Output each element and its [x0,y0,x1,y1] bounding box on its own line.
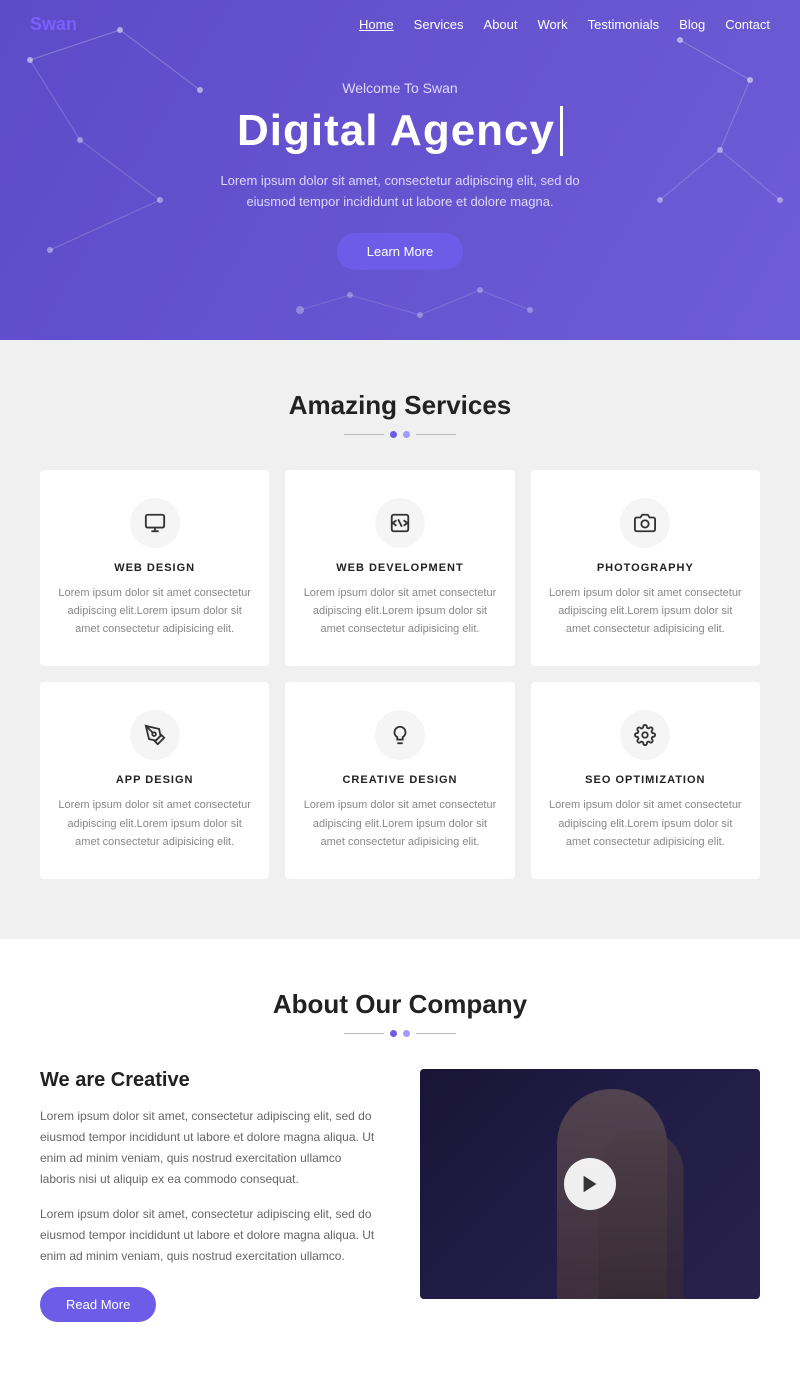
monitor-icon [144,512,166,534]
cursor-bar [560,106,563,156]
about-read-more-button[interactable]: Read More [40,1287,156,1322]
nav-item-contact[interactable]: Contact [725,16,770,34]
app-design-desc: Lorem ipsum dolor sit amet consectetur a… [58,796,251,850]
hero-welcome: Welcome To Swan [0,80,800,96]
about-divider [40,1030,760,1037]
nav-item-home[interactable]: Home [359,16,394,34]
app-design-title: APP DESIGN [58,774,251,786]
about-divider-line-left [344,1033,384,1034]
divider-line-left [344,434,384,435]
services-title: Amazing Services [40,390,760,421]
nav-item-blog[interactable]: Blog [679,16,705,34]
divider-dot-purple [390,431,397,438]
web-design-icon-wrapper [130,498,180,548]
about-title: About Our Company [40,989,760,1020]
hero-learn-more-button[interactable]: Learn More [337,233,463,270]
hero-description: Lorem ipsum dolor sit amet, consectetur … [215,170,585,213]
about-heading: We are Creative [40,1069,380,1092]
about-grid: We are Creative Lorem ipsum dolor sit am… [40,1069,760,1322]
services-grid: WEB DESIGN Lorem ipsum dolor sit amet co… [40,470,760,879]
photography-title: PHOTOGRAPHY [549,562,742,574]
photography-desc: Lorem ipsum dolor sit amet consectetur a… [549,584,742,638]
service-card-web-dev: WEB DEVELOPMENT Lorem ipsum dolor sit am… [285,470,514,666]
code-icon [389,512,411,534]
web-design-desc: Lorem ipsum dolor sit amet consectetur a… [58,584,251,638]
hero-title: Digital Agency [237,106,563,156]
nav-links: Home Services About Work Testimonials Bl… [359,16,770,34]
settings-icon [634,724,656,746]
nav-item-about[interactable]: About [484,16,518,34]
services-divider [40,431,760,438]
web-design-title: WEB DESIGN [58,562,251,574]
about-divider-dot-purple [390,1030,397,1037]
about-divider-dot-light [403,1030,410,1037]
service-card-web-design: WEB DESIGN Lorem ipsum dolor sit amet co… [40,470,269,666]
play-icon [579,1173,601,1195]
app-design-icon-wrapper [130,710,180,760]
about-left: We are Creative Lorem ipsum dolor sit am… [40,1069,380,1322]
nav-item-testimonials[interactable]: Testimonials [588,16,660,34]
photography-icon-wrapper [620,498,670,548]
creative-icon-wrapper [375,710,425,760]
about-divider-line-right [416,1033,456,1034]
video-thumbnail[interactable] [420,1069,760,1299]
pen-icon [144,724,166,746]
divider-dot-light [403,431,410,438]
seo-desc: Lorem ipsum dolor sit amet consectetur a… [549,796,742,850]
service-card-creative: CREATIVE DESIGN Lorem ipsum dolor sit am… [285,682,514,878]
creative-title: CREATIVE DESIGN [303,774,496,786]
seo-icon-wrapper [620,710,670,760]
about-para1: Lorem ipsum dolor sit amet, consectetur … [40,1106,380,1190]
creative-desc: Lorem ipsum dolor sit amet consectetur a… [303,796,496,850]
service-card-photography: PHOTOGRAPHY Lorem ipsum dolor sit amet c… [531,470,760,666]
camera-icon [634,512,656,534]
about-para2: Lorem ipsum dolor sit amet, consectetur … [40,1204,380,1267]
navbar: Swan Home Services About Work Testimonia… [0,0,800,49]
service-card-seo: SEO OPTIMIZATION Lorem ipsum dolor sit a… [531,682,760,878]
web-dev-icon-wrapper [375,498,425,548]
about-right [420,1069,760,1299]
play-button[interactable] [564,1158,616,1210]
bulb-icon [389,724,411,746]
divider-line-right [416,434,456,435]
brand-logo[interactable]: Swan [30,14,77,35]
services-section: Amazing Services WEB DESIGN Lorem ipsum … [0,340,800,939]
web-dev-desc: Lorem ipsum dolor sit amet consectetur a… [303,584,496,638]
nav-item-services[interactable]: Services [414,16,464,34]
web-dev-title: WEB DEVELOPMENT [303,562,496,574]
about-section: About Our Company We are Creative Lorem … [0,939,800,1382]
service-card-app-design: APP DESIGN Lorem ipsum dolor sit amet co… [40,682,269,878]
nav-item-work[interactable]: Work [538,16,568,34]
seo-title: SEO OPTIMIZATION [549,774,742,786]
